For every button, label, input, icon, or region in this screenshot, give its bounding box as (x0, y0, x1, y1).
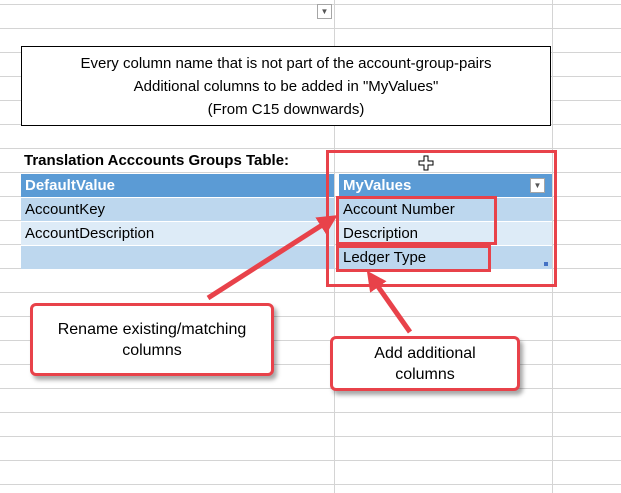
arrow-to-additional-column (366, 270, 413, 334)
add-callout: Add additional columns (330, 336, 520, 391)
annotation-arrows (206, 215, 413, 334)
rename-callout-text: Rename existing/matching columns (57, 320, 247, 359)
add-callout-text: Add additional columns (374, 344, 476, 383)
arrow-to-existing-columns (206, 215, 338, 301)
rename-callout: Rename existing/matching columns (30, 303, 274, 376)
